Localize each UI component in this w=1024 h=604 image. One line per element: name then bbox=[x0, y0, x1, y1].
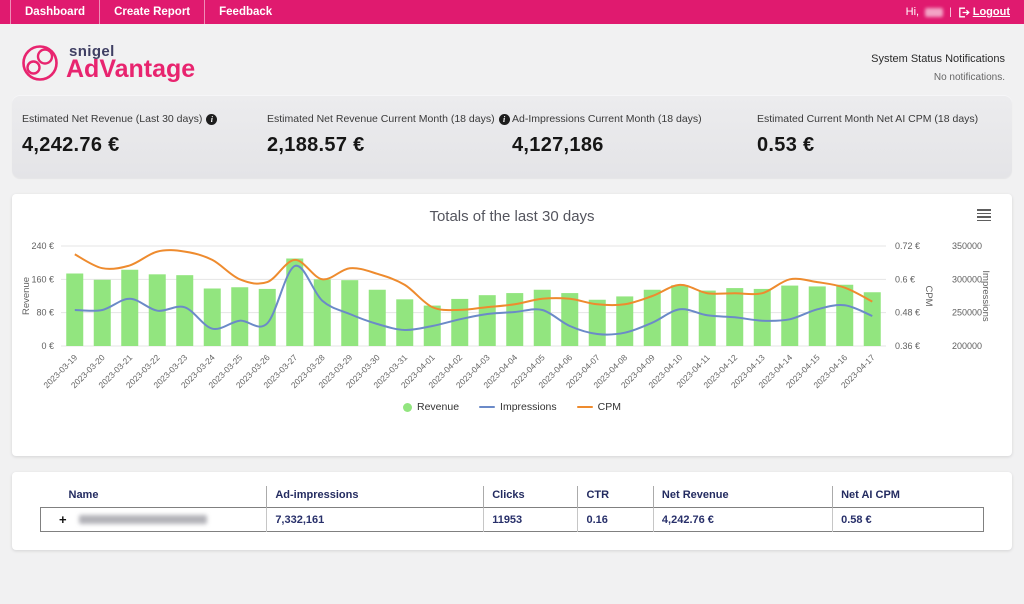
col-header-name: Name bbox=[40, 486, 268, 508]
sites-table-card: Name Ad-impressions Clicks CTR Net Reven… bbox=[12, 472, 1012, 550]
chart-legend: Revenue Impressions CPM bbox=[12, 401, 1012, 413]
system-status-message: No notifications. bbox=[933, 72, 1005, 83]
svg-text:0.72 €: 0.72 € bbox=[895, 241, 920, 251]
col-header-net-revenue: Net Revenue bbox=[653, 486, 834, 508]
svg-text:200000: 200000 bbox=[952, 341, 982, 351]
stat-label: Estimated Current Month Net AI CPM (18 d… bbox=[757, 113, 979, 125]
info-icon[interactable]: i bbox=[206, 113, 218, 125]
system-status-block: System Status Notifications No notificat… bbox=[871, 24, 1005, 95]
table-row: + 7,332,161 11953 0.16 4,242.76 € 0.58 € bbox=[40, 507, 984, 532]
clicks-cell: 11953 bbox=[483, 507, 579, 532]
net-ai-cpm-cell: 0.58 € bbox=[841, 513, 872, 526]
cpm-axis-ticks: 0.36 € 0.48 € 0.6 € 0.72 € bbox=[895, 241, 920, 351]
svg-text:0.48 €: 0.48 € bbox=[895, 308, 920, 318]
page-header: snigel AdVantage System Status Notificat… bbox=[0, 24, 1024, 95]
svg-text:80 €: 80 € bbox=[36, 308, 54, 318]
top-nav-bar: Dashboard Create Report Feedback Hi, | L… bbox=[0, 0, 1024, 24]
nav-menu: Dashboard Create Report Feedback bbox=[0, 0, 286, 24]
expand-row-button[interactable]: + bbox=[59, 513, 67, 526]
info-icon[interactable]: i bbox=[498, 113, 510, 125]
revenue-axis-title: Revenue bbox=[21, 277, 32, 315]
hamburger-icon bbox=[977, 209, 991, 211]
nav-separator: | bbox=[949, 6, 952, 18]
cpm-line[interactable] bbox=[74, 249, 873, 312]
stat-net-ai-cpm-current-month: Estimated Current Month Net AI CPM (18 d… bbox=[757, 95, 1002, 178]
snigel-logo-icon bbox=[19, 42, 61, 84]
net-revenue-cell: 4,242.76 € bbox=[653, 507, 834, 532]
x-axis-date-labels: 2023-03-192023-03-202023-03-212023-03-22… bbox=[41, 352, 877, 390]
system-status-title: System Status Notifications bbox=[871, 53, 1005, 65]
stat-label: Estimated Net Revenue Current Month (18 … bbox=[267, 113, 512, 125]
cpm-legend-marker bbox=[576, 405, 593, 409]
name-cell: + bbox=[40, 507, 268, 532]
stat-label: Ad-Impressions Current Month (18 days) bbox=[512, 113, 702, 125]
brand-advantage: AdVantage bbox=[66, 55, 196, 83]
kpi-stats-band: Estimated Net Revenue (Last 30 days) i 4… bbox=[12, 95, 1012, 178]
svg-text:240 €: 240 € bbox=[31, 241, 54, 251]
nav-user-area: Hi, | Logout bbox=[906, 0, 1024, 24]
impressions-axis-title: Impressions bbox=[980, 270, 991, 321]
nav-item-dashboard[interactable]: Dashboard bbox=[10, 0, 99, 24]
col-header-ctr: CTR bbox=[577, 486, 654, 508]
username-redacted bbox=[925, 7, 944, 17]
impressions-legend-marker bbox=[479, 405, 496, 409]
stat-value: 4,127,186 bbox=[512, 134, 604, 156]
col-header-net-ai-cpm: Net AI CPM bbox=[841, 489, 900, 501]
stat-value: 0.53 € bbox=[757, 134, 815, 156]
col-header-clicks: Clicks bbox=[483, 486, 579, 508]
site-name-redacted bbox=[78, 515, 207, 524]
revenue-bars[interactable] bbox=[66, 258, 881, 347]
svg-text:350000: 350000 bbox=[952, 241, 982, 251]
stat-net-revenue-current-month: Estimated Net Revenue Current Month (18 … bbox=[267, 95, 512, 178]
logout-icon bbox=[958, 7, 970, 18]
stat-label: Estimated Net Revenue (Last 30 days) i bbox=[22, 113, 267, 125]
cpm-axis-title: CPM bbox=[923, 285, 934, 306]
revenue-legend-marker bbox=[403, 402, 412, 412]
svg-text:250000: 250000 bbox=[952, 308, 982, 318]
svg-text:300000: 300000 bbox=[952, 274, 982, 284]
legend-item-cpm[interactable]: CPM bbox=[576, 401, 621, 413]
chart-context-menu-button[interactable] bbox=[972, 205, 996, 227]
table-header-row: Name Ad-impressions Clicks CTR Net Reven… bbox=[40, 486, 984, 508]
logout-link[interactable]: Logout bbox=[958, 6, 1010, 18]
totals-chart-svg: 0 € 80 € 160 € 240 € 0.36 € 0.48 € 0.6 € 0.72 €… bbox=[21, 241, 991, 390]
svg-text:0.6 €: 0.6 € bbox=[895, 274, 915, 284]
stat-ad-impressions-current-month: Ad-Impressions Current Month (18 days) 4… bbox=[512, 95, 757, 178]
stat-value: 4,242.76 € bbox=[22, 134, 120, 156]
impressions-line[interactable] bbox=[74, 264, 873, 336]
sites-table: Name Ad-impressions Clicks CTR Net Reven… bbox=[40, 486, 984, 532]
stat-value: 2,188.57 € bbox=[267, 134, 365, 156]
svg-text:160 €: 160 € bbox=[31, 274, 54, 284]
brand-text: snigel AdVantage bbox=[66, 43, 195, 82]
nav-item-create-report[interactable]: Create Report bbox=[99, 0, 204, 24]
brand-logo[interactable]: snigel AdVantage bbox=[19, 30, 195, 95]
ad-impressions-cell: 7,332,161 bbox=[266, 507, 485, 532]
revenue-axis-ticks: 0 € 80 € 160 € 240 € bbox=[31, 241, 54, 351]
impressions-axis-ticks: 200000 250000 300000 350000 bbox=[952, 241, 982, 351]
svg-text:0.36 €: 0.36 € bbox=[895, 341, 920, 351]
ctr-cell: 0.16 bbox=[577, 507, 654, 532]
legend-item-revenue[interactable]: Revenue bbox=[403, 401, 459, 413]
col-header-ad-impressions: Ad-impressions bbox=[266, 486, 485, 508]
nav-greeting: Hi, bbox=[905, 6, 920, 18]
stat-net-revenue-30d: Estimated Net Revenue (Last 30 days) i 4… bbox=[22, 95, 267, 178]
nav-item-feedback[interactable]: Feedback bbox=[204, 0, 286, 24]
chart-title: Totals of the last 30 days bbox=[429, 208, 595, 225]
svg-text:0 €: 0 € bbox=[41, 341, 54, 351]
legend-item-impressions[interactable]: Impressions bbox=[479, 401, 557, 413]
totals-chart-card: Totals of the last 30 days 0 € 80 € 160 € 2… bbox=[12, 194, 1012, 456]
